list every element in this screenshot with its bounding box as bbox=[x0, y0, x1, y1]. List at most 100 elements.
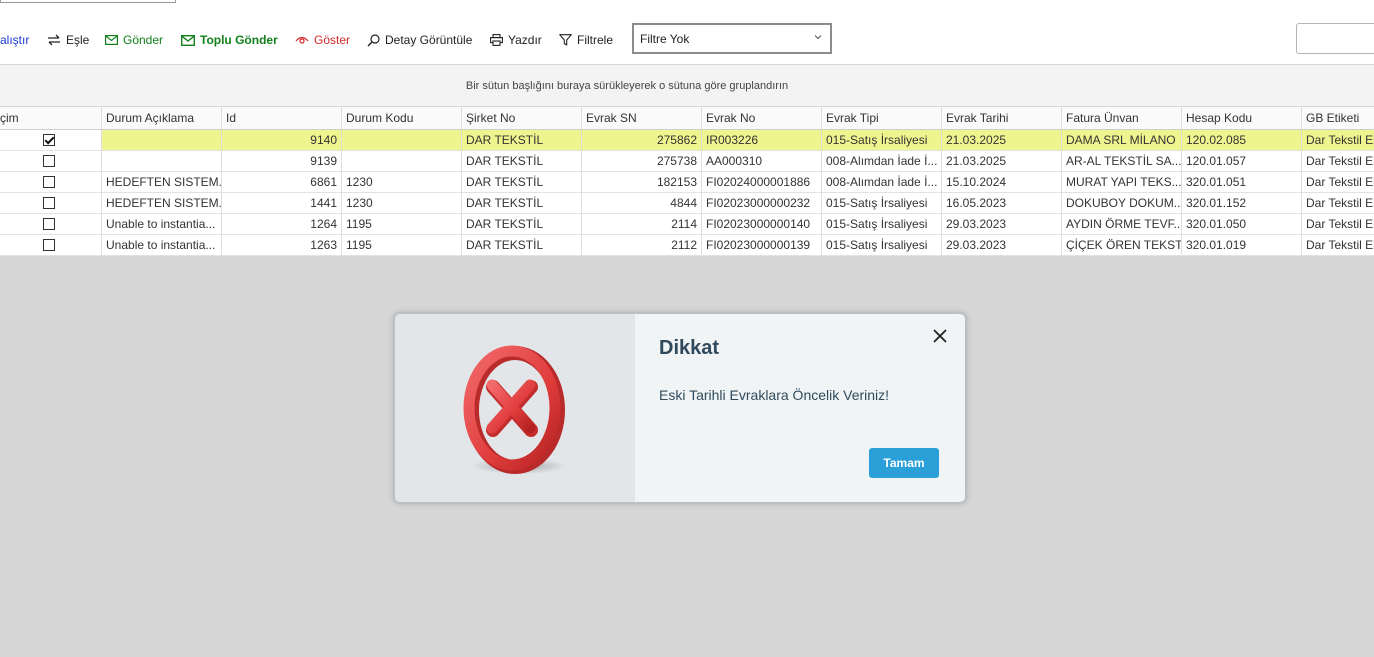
cell-durum-kodu: 1230 bbox=[342, 172, 462, 192]
cell-hesap-kodu: 120.01.057 bbox=[1182, 151, 1302, 171]
group-by-hint: Bir sütun başlığını buraya sürükleyerek … bbox=[465, 79, 789, 92]
dialog-icon-panel bbox=[395, 314, 635, 502]
cell-durum-kodu bbox=[342, 151, 462, 171]
cell-id: 1441 bbox=[222, 193, 342, 213]
cell-durum-kodu bbox=[342, 130, 462, 150]
filter-dropdown[interactable]: Filtre Yok bbox=[632, 23, 832, 54]
cell-fatura-unvan: ÇİÇEK ÖREN TEKST... bbox=[1062, 235, 1182, 255]
column-header[interactable]: Evrak Tipi bbox=[822, 107, 942, 129]
cell-evrak-no: IR003226 bbox=[702, 130, 822, 150]
cell-evrak-tipi: 015-Satış İrsaliyesi bbox=[822, 235, 942, 255]
cell-sirket-no: DAR TEKSTİL bbox=[462, 235, 582, 255]
cell-evrak-tipi: 008-Alımdan İade İ... bbox=[822, 151, 942, 171]
cell-gb-etiketi: Dar Tekstil El bbox=[1302, 172, 1374, 192]
dialog-title: Dikkat bbox=[659, 337, 720, 359]
filter-button[interactable]: Filtrele bbox=[559, 22, 613, 58]
cell-durum-kodu: 1195 bbox=[342, 214, 462, 234]
search-input[interactable] bbox=[1296, 23, 1374, 54]
cell-durum-aciklama: HEDEFTEN SISTEM... bbox=[102, 172, 222, 192]
match-icon bbox=[47, 34, 61, 46]
column-header[interactable]: Evrak Tarihi bbox=[942, 107, 1062, 129]
run-label: alıştır bbox=[0, 33, 30, 47]
cell-sirket-no: DAR TEKSTİL bbox=[462, 193, 582, 213]
column-header[interactable]: Fatura Ünvan bbox=[1062, 107, 1182, 129]
cell-evrak-tarihi: 21.03.2025 bbox=[942, 130, 1062, 150]
cell-fatura-unvan: MURAT YAPI TEKS... bbox=[1062, 172, 1182, 192]
show-button[interactable]: Göster bbox=[295, 22, 350, 58]
column-header[interactable]: Şirket No bbox=[462, 107, 582, 129]
match-button[interactable]: Eşle bbox=[47, 22, 89, 58]
alert-dialog: Dikkat Eski Tarihli Evraklara Öncelik Ve… bbox=[394, 313, 966, 503]
table-row[interactable]: Unable to instantia... 1263 1195 DAR TEKSTİ… bbox=[0, 235, 1374, 256]
table-row[interactable]: 9139 DAR TEKSTİL 275738 AA000310 008-Alımdan… bbox=[0, 151, 1374, 172]
column-header[interactable]: Evrak SN bbox=[582, 107, 702, 129]
cell-durum-aciklama: HEDEFTEN SISTEM... bbox=[102, 193, 222, 213]
cell-evrak-sn: 275862 bbox=[582, 130, 702, 150]
search-icon bbox=[367, 33, 380, 47]
cell-evrak-tipi: 015-Satış İrsaliyesi bbox=[822, 214, 942, 234]
group-by-panel[interactable]: Bir sütun başlığını buraya sürükleyerek … bbox=[0, 64, 1374, 107]
ok-button[interactable]: Tamam bbox=[869, 448, 939, 478]
row-checkbox[interactable] bbox=[42, 134, 55, 146]
table-row[interactable]: 9140 DAR TEKSTİL 275862 IR003226 015-Satış İ… bbox=[0, 130, 1374, 151]
printer-icon bbox=[490, 34, 503, 46]
send-button[interactable]: Gönder bbox=[105, 22, 163, 58]
cell-id: 6861 bbox=[222, 172, 342, 192]
column-header[interactable]: Id bbox=[222, 107, 342, 129]
bulk-send-button[interactable]: Toplu Gönder bbox=[181, 22, 278, 58]
row-checkbox[interactable] bbox=[42, 239, 55, 251]
row-select-cell bbox=[0, 214, 102, 234]
column-header[interactable]: GB Etiketi bbox=[1302, 107, 1374, 129]
close-icon[interactable] bbox=[931, 327, 949, 345]
row-checkbox[interactable] bbox=[42, 197, 55, 209]
cell-evrak-tarihi: 29.03.2023 bbox=[942, 214, 1062, 234]
cell-fatura-unvan: DOKUBOY DOKUM... bbox=[1062, 193, 1182, 213]
print-label: Yazdır bbox=[508, 33, 542, 47]
cell-hesap-kodu: 320.01.019 bbox=[1182, 235, 1302, 255]
column-header[interactable]: çim bbox=[0, 107, 102, 129]
envelope-icon bbox=[105, 35, 118, 45]
cell-durum-aciklama: Unable to instantia... bbox=[102, 214, 222, 234]
cell-evrak-sn: 182153 bbox=[582, 172, 702, 192]
cell-evrak-tarihi: 21.03.2025 bbox=[942, 151, 1062, 171]
cell-id: 1263 bbox=[222, 235, 342, 255]
cell-evrak-tarihi: 29.03.2023 bbox=[942, 235, 1062, 255]
detail-view-button[interactable]: Detay Görüntüle bbox=[367, 22, 472, 58]
cell-gb-etiketi: Dar Tekstil El bbox=[1302, 214, 1374, 234]
row-checkbox[interactable] bbox=[42, 176, 55, 188]
tab-outline bbox=[0, 0, 176, 3]
row-checkbox[interactable] bbox=[42, 218, 55, 230]
cell-sirket-no: DAR TEKSTİL bbox=[462, 214, 582, 234]
cell-evrak-tipi: 008-Alımdan İade İ... bbox=[822, 172, 942, 192]
dialog-message: Eski Tarihli Evraklara Öncelik Veriniz! bbox=[659, 387, 890, 403]
row-select-cell bbox=[0, 193, 102, 213]
cell-evrak-sn: 2114 bbox=[582, 214, 702, 234]
column-header[interactable]: Hesap Kodu bbox=[1182, 107, 1302, 129]
table-row[interactable]: HEDEFTEN SISTEM... 1441 1230 DAR TEKSTİL 484… bbox=[0, 193, 1374, 214]
table-row[interactable]: Unable to instantia... 1264 1195 DAR TEKSTİ… bbox=[0, 214, 1374, 235]
cell-hesap-kodu: 120.02.085 bbox=[1182, 130, 1302, 150]
column-header[interactable]: Durum Açıklama bbox=[102, 107, 222, 129]
cell-gb-etiketi: Dar Tekstil El bbox=[1302, 130, 1374, 150]
detail-view-label: Detay Görüntüle bbox=[385, 33, 473, 47]
cell-sirket-no: DAR TEKSTİL bbox=[462, 130, 582, 150]
table-row[interactable]: HEDEFTEN SISTEM... 6861 1230 DAR TEKSTİL 182… bbox=[0, 172, 1374, 193]
cell-gb-etiketi: Dar Tekstil El bbox=[1302, 151, 1374, 171]
column-header[interactable]: Evrak No bbox=[702, 107, 822, 129]
cell-id: 9140 bbox=[222, 130, 342, 150]
print-button[interactable]: Yazdır bbox=[490, 22, 542, 58]
column-header[interactable]: Durum Kodu bbox=[342, 107, 462, 129]
cell-evrak-no: FI02024000001886 bbox=[702, 172, 822, 192]
cell-evrak-sn: 2112 bbox=[582, 235, 702, 255]
run-button[interactable]: alıştır bbox=[0, 22, 29, 58]
cell-durum-aciklama: Unable to instantia... bbox=[102, 235, 222, 255]
cell-fatura-unvan: DAMA SRL MİLANO bbox=[1062, 130, 1182, 150]
row-select-cell bbox=[0, 151, 102, 171]
cell-sirket-no: DAR TEKSTİL bbox=[462, 172, 582, 192]
row-checkbox[interactable] bbox=[42, 155, 55, 167]
bulk-envelope-icon bbox=[181, 34, 195, 46]
show-label: Göster bbox=[314, 33, 351, 47]
cell-gb-etiketi: Dar Tekstil El bbox=[1302, 235, 1374, 255]
cell-hesap-kodu: 320.01.050 bbox=[1182, 214, 1302, 234]
cell-evrak-no: FI02023000000232 bbox=[702, 193, 822, 213]
